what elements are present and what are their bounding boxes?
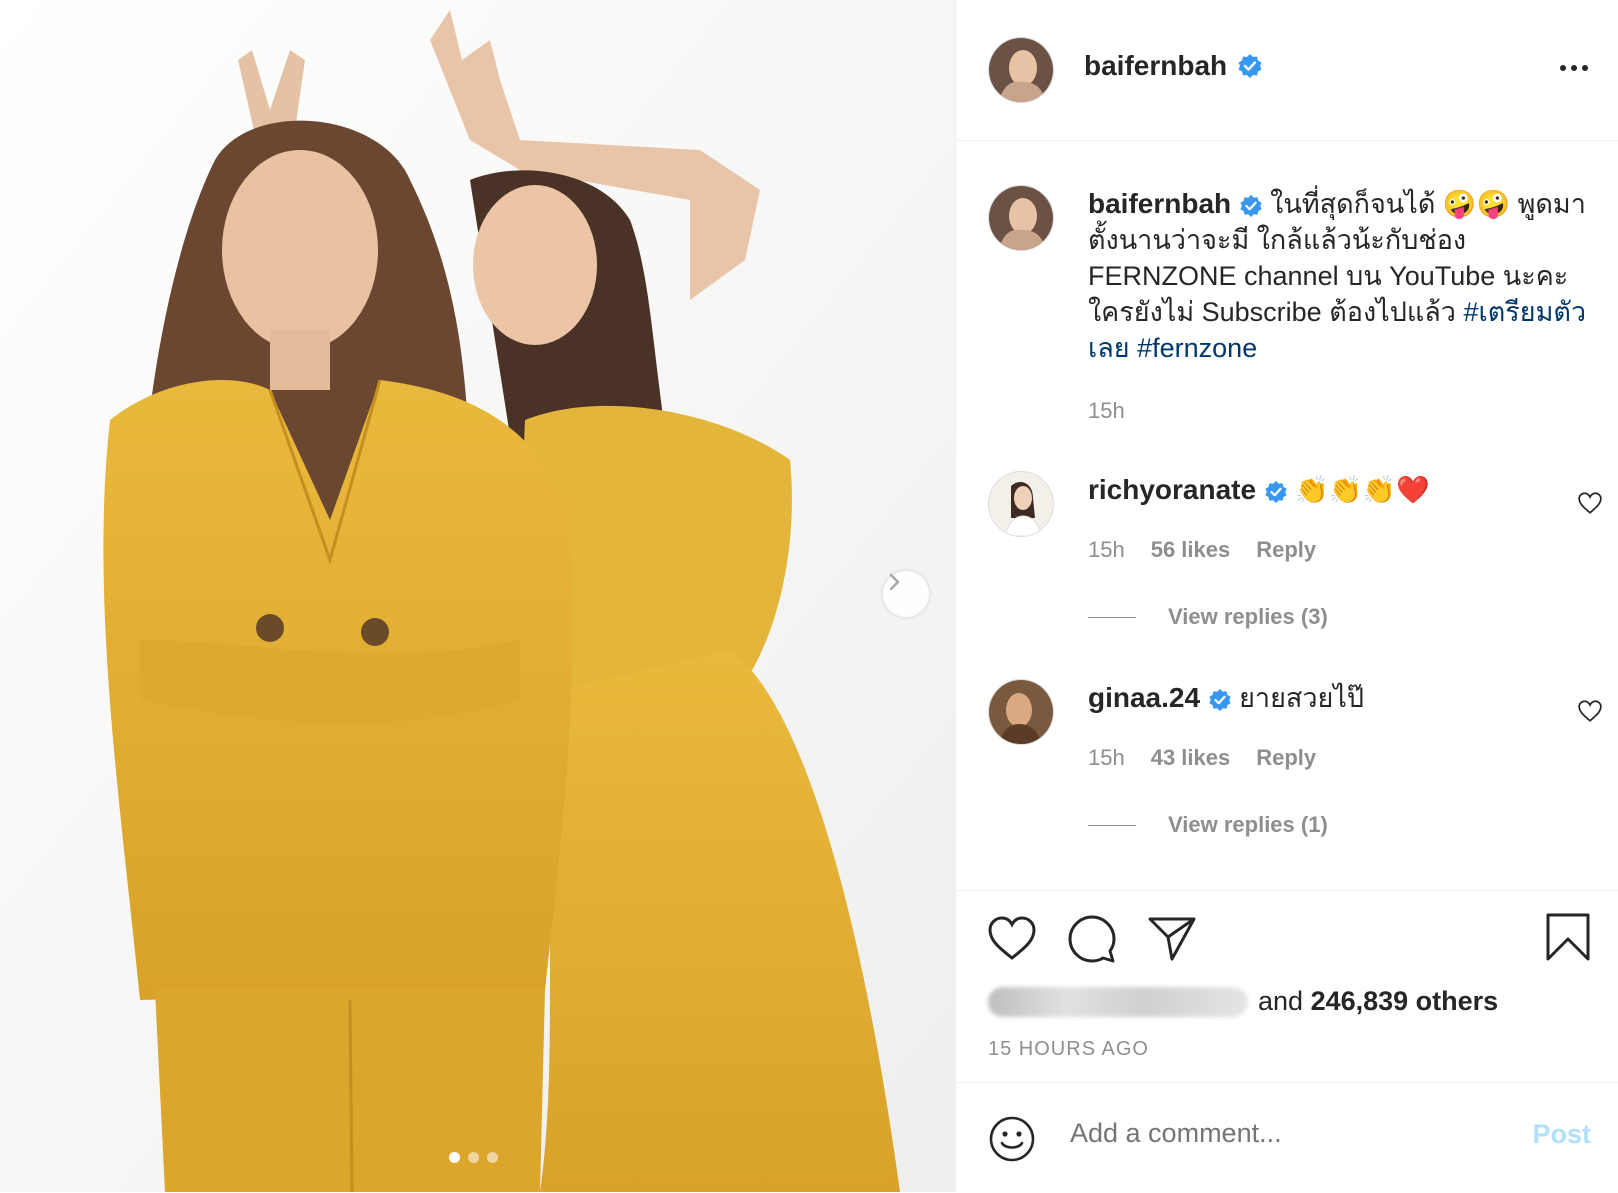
divider	[1088, 616, 1136, 618]
verified-badge-icon	[1208, 688, 1231, 711]
carousel-dot	[449, 1152, 460, 1163]
carousel-dot	[468, 1152, 479, 1163]
avatar-image	[989, 186, 1053, 250]
post-header: baifernbah	[956, 0, 1618, 141]
caption-avatar[interactable]	[989, 186, 1053, 250]
comment-like-icon[interactable]	[1577, 490, 1603, 516]
view-replies-button[interactable]: View replies (1)	[1088, 812, 1328, 838]
comment-timestamp[interactable]: 15h	[1088, 537, 1125, 563]
view-replies-label: View replies (3)	[1168, 604, 1328, 629]
action-bar	[956, 890, 1618, 963]
comment-input[interactable]	[1068, 1117, 1512, 1150]
post-caption: baifernbah ในที่สุดก็จนได้ 🤪🤪 พูดมาตั้งน…	[1088, 186, 1598, 366]
comment-meta: 15h 43 likes Reply	[1088, 745, 1316, 771]
comment-username[interactable]: ginaa.24	[1088, 682, 1200, 713]
comment-username[interactable]: richyoranate	[1088, 474, 1256, 505]
photo-illustration	[0, 0, 955, 1192]
bookmark-icon[interactable]	[1542, 911, 1594, 963]
likes-summary[interactable]: and 246,839 others	[988, 986, 1498, 1017]
view-replies-button[interactable]: View replies (3)	[1088, 604, 1328, 630]
hashtag-link[interactable]: #fernzone	[1137, 333, 1257, 363]
comment-like-icon[interactable]	[1577, 698, 1603, 724]
comment-likes[interactable]: 56 likes	[1151, 537, 1231, 563]
verified-badge-icon	[1240, 194, 1262, 217]
avatar-image	[989, 472, 1053, 536]
more-options-icon[interactable]	[1557, 56, 1591, 80]
next-photo-button[interactable]	[883, 571, 929, 617]
comment-bubble-icon[interactable]	[1066, 913, 1118, 965]
comment-likes[interactable]: 43 likes	[1151, 745, 1231, 771]
paper-plane-icon[interactable]	[1146, 913, 1198, 965]
avatar-image	[989, 680, 1053, 744]
verified-badge-icon	[1238, 54, 1262, 78]
liked-by-blurred	[988, 986, 1248, 1017]
emoji-smile-icon[interactable]	[988, 1115, 1036, 1163]
post-comment-button[interactable]: Post	[1532, 1119, 1591, 1150]
divider	[1088, 824, 1136, 826]
avatar-image	[989, 38, 1053, 102]
likes-and: and	[1258, 986, 1304, 1016]
avatar[interactable]	[989, 38, 1053, 102]
comment-text: 👏👏👏❤️	[1295, 475, 1430, 505]
reply-button[interactable]: Reply	[1256, 745, 1316, 771]
heart-icon[interactable]	[986, 913, 1038, 965]
post-timestamp[interactable]: 15 HOURS AGO	[988, 1038, 1149, 1061]
comment: ginaa.24 ยายสวยไป๊	[1088, 680, 1364, 716]
reply-button[interactable]: Reply	[1256, 537, 1316, 563]
carousel-dot	[487, 1152, 498, 1163]
comment-avatar[interactable]	[989, 680, 1053, 744]
caption-username[interactable]: baifernbah	[1088, 188, 1231, 219]
comment: richyoranate 👏👏👏❤️	[1088, 472, 1430, 508]
view-replies-label: View replies (1)	[1168, 812, 1328, 837]
post-photo[interactable]	[0, 0, 955, 1192]
verified-badge-icon	[1264, 480, 1287, 503]
carousel-indicator	[449, 1152, 498, 1163]
username[interactable]: baifernbah	[1084, 50, 1227, 82]
likes-count[interactable]: 246,839 others	[1311, 986, 1499, 1017]
chevron-right-icon	[889, 573, 900, 591]
caption-timestamp[interactable]: 15h	[1088, 398, 1125, 424]
comment-meta: 15h 56 likes Reply	[1088, 537, 1316, 563]
comment-avatar[interactable]	[989, 472, 1053, 536]
comment-text: ยายสวยไป๊	[1239, 683, 1365, 713]
comment-timestamp[interactable]: 15h	[1088, 745, 1125, 771]
post-side-panel: baifernbah baifernbah ในที่สุดก็จนได้ 🤪🤪…	[955, 0, 1618, 1192]
add-comment-bar: Post	[956, 1082, 1618, 1193]
